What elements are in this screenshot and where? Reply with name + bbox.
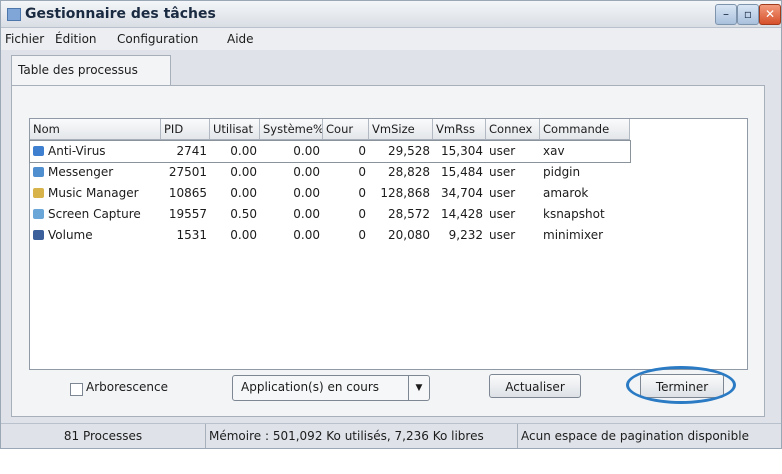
status-bar: 81 Processes Mémoire : 501,092 Ko utilis… bbox=[1, 423, 781, 448]
cell-commande: minimixer bbox=[543, 228, 604, 242]
shield-icon bbox=[33, 146, 44, 156]
tab-label: Table des processus bbox=[18, 63, 138, 77]
cell-system-cpu: 0.00 bbox=[293, 144, 320, 158]
cell-current: 0 bbox=[358, 228, 366, 242]
process-filter-select[interactable]: Application(s) en cours ▼ bbox=[232, 375, 430, 401]
cell-connexion: user bbox=[489, 186, 516, 200]
cell-commande: xav bbox=[543, 144, 565, 158]
table-row[interactable]: Music Manager 10865 0.00 0.00 0 128,868 … bbox=[30, 183, 630, 204]
col-header-nom[interactable]: Nom bbox=[30, 119, 161, 139]
tree-checkbox-label[interactable]: Arborescence bbox=[86, 380, 168, 394]
cell-current: 0 bbox=[358, 186, 366, 200]
col-header-vmrss[interactable]: VmRss bbox=[433, 119, 486, 139]
cell-connexion: user bbox=[489, 207, 516, 221]
tree-checkbox[interactable] bbox=[70, 383, 83, 396]
cell-connexion: user bbox=[489, 165, 516, 179]
menu-bar: Fichier Édition Configuration Aide bbox=[1, 28, 781, 50]
menu-fichier[interactable]: Fichier bbox=[5, 32, 44, 46]
minimize-button[interactable]: – bbox=[715, 4, 737, 25]
cell-vmrss: 15,484 bbox=[441, 165, 483, 179]
cell-vmrss: 34,704 bbox=[441, 186, 483, 200]
cell-nom: Music Manager bbox=[30, 183, 161, 204]
cell-commande: amarok bbox=[543, 186, 589, 200]
cell-user-cpu: 0.00 bbox=[230, 144, 257, 158]
col-header-courant[interactable]: Cour bbox=[323, 119, 369, 139]
process-list[interactable]: Nom PID Utilisat Système% Cour VmSize Vm… bbox=[29, 118, 748, 370]
cell-vmsize: 29,528 bbox=[388, 144, 430, 158]
highlight-circle bbox=[626, 366, 736, 404]
window-title: Gestionnaire des tâches bbox=[25, 6, 216, 22]
cell-vmsize: 20,080 bbox=[388, 228, 430, 242]
cell-commande: pidgin bbox=[543, 165, 581, 179]
cell-user-cpu: 0.50 bbox=[230, 207, 257, 221]
cell-system-cpu: 0.00 bbox=[293, 165, 320, 179]
tab-bar: Table des processus bbox=[1, 51, 781, 86]
title-bar[interactable]: Gestionnaire des tâches – ▫ ✕ bbox=[1, 1, 781, 28]
cell-nom: Anti-Virus bbox=[30, 141, 161, 162]
table-row[interactable]: Screen Capture 19557 0.50 0.00 0 28,572 … bbox=[30, 204, 630, 225]
status-memory: Mémoire : 501,092 Ko utilisés, 7,236 Ko … bbox=[206, 424, 518, 448]
speaker-icon bbox=[33, 230, 44, 240]
col-header-utilisateur[interactable]: Utilisat bbox=[210, 119, 260, 139]
cell-vmsize: 128,868 bbox=[380, 186, 430, 200]
maximize-button[interactable]: ▫ bbox=[737, 4, 759, 25]
cell-system-cpu: 0.00 bbox=[293, 207, 320, 221]
cell-pid: 27501 bbox=[168, 165, 207, 179]
chevron-down-icon[interactable]: ▼ bbox=[408, 376, 429, 400]
cell-user-cpu: 0.00 bbox=[230, 186, 257, 200]
col-header-pid[interactable]: PID bbox=[161, 119, 210, 139]
col-header-commande[interactable]: Commande bbox=[540, 119, 630, 139]
cell-nom: Volume bbox=[30, 225, 161, 246]
cell-pid: 10865 bbox=[168, 186, 207, 200]
cell-system-cpu: 0.00 bbox=[293, 228, 320, 242]
cell-current: 0 bbox=[358, 207, 366, 221]
status-process-count: 81 Processes bbox=[1, 424, 206, 448]
music-icon bbox=[33, 188, 44, 198]
cell-nom: Screen Capture bbox=[30, 204, 161, 225]
cell-vmrss: 15,304 bbox=[441, 144, 483, 158]
table-row[interactable]: Messenger 27501 0.00 0.00 0 28,828 15,48… bbox=[30, 162, 630, 183]
cell-current: 0 bbox=[358, 165, 366, 179]
table-row[interactable]: Anti-Virus 2741 0.00 0.00 0 29,528 15,30… bbox=[29, 140, 631, 163]
cell-connexion: user bbox=[489, 228, 516, 242]
status-swap: Acun espace de pagination disponible bbox=[521, 429, 749, 443]
cell-connexion: user bbox=[489, 144, 516, 158]
cell-vmrss: 9,232 bbox=[448, 228, 483, 242]
col-header-connexion[interactable]: Connex bbox=[486, 119, 540, 139]
cell-nom: Messenger bbox=[30, 162, 161, 183]
close-button[interactable]: ✕ bbox=[759, 4, 781, 25]
table-header: Nom PID Utilisat Système% Cour VmSize Vm… bbox=[30, 119, 630, 140]
cell-vmrss: 14,428 bbox=[441, 207, 483, 221]
menu-configuration[interactable]: Configuration bbox=[117, 32, 198, 46]
table-row[interactable]: Volume 1531 0.00 0.00 0 20,080 9,232 use… bbox=[30, 225, 630, 246]
col-header-systeme[interactable]: Système% bbox=[260, 119, 323, 139]
app-icon bbox=[7, 8, 21, 21]
camera-icon bbox=[33, 209, 44, 219]
cell-user-cpu: 0.00 bbox=[230, 165, 257, 179]
cell-current: 0 bbox=[358, 144, 366, 158]
cell-user-cpu: 0.00 bbox=[230, 228, 257, 242]
menu-edition[interactable]: Édition bbox=[55, 32, 97, 46]
task-manager-window: Gestionnaire des tâches – ▫ ✕ Fichier Éd… bbox=[0, 0, 782, 449]
cell-pid: 19557 bbox=[168, 207, 207, 221]
messenger-icon bbox=[33, 167, 44, 177]
cell-commande: ksnapshot bbox=[543, 207, 605, 221]
cell-pid: 1531 bbox=[176, 228, 207, 242]
cell-vmsize: 28,828 bbox=[388, 165, 430, 179]
process-panel: Nom PID Utilisat Système% Cour VmSize Vm… bbox=[11, 85, 765, 417]
menu-aide[interactable]: Aide bbox=[227, 32, 254, 46]
cell-pid: 2741 bbox=[176, 144, 207, 158]
col-header-vmsize[interactable]: VmSize bbox=[369, 119, 433, 139]
refresh-button[interactable]: Actualiser bbox=[489, 374, 581, 398]
cell-vmsize: 28,572 bbox=[388, 207, 430, 221]
filter-selected-value: Application(s) en cours bbox=[241, 380, 380, 394]
tab-process-table[interactable]: Table des processus bbox=[11, 55, 171, 86]
cell-system-cpu: 0.00 bbox=[293, 186, 320, 200]
